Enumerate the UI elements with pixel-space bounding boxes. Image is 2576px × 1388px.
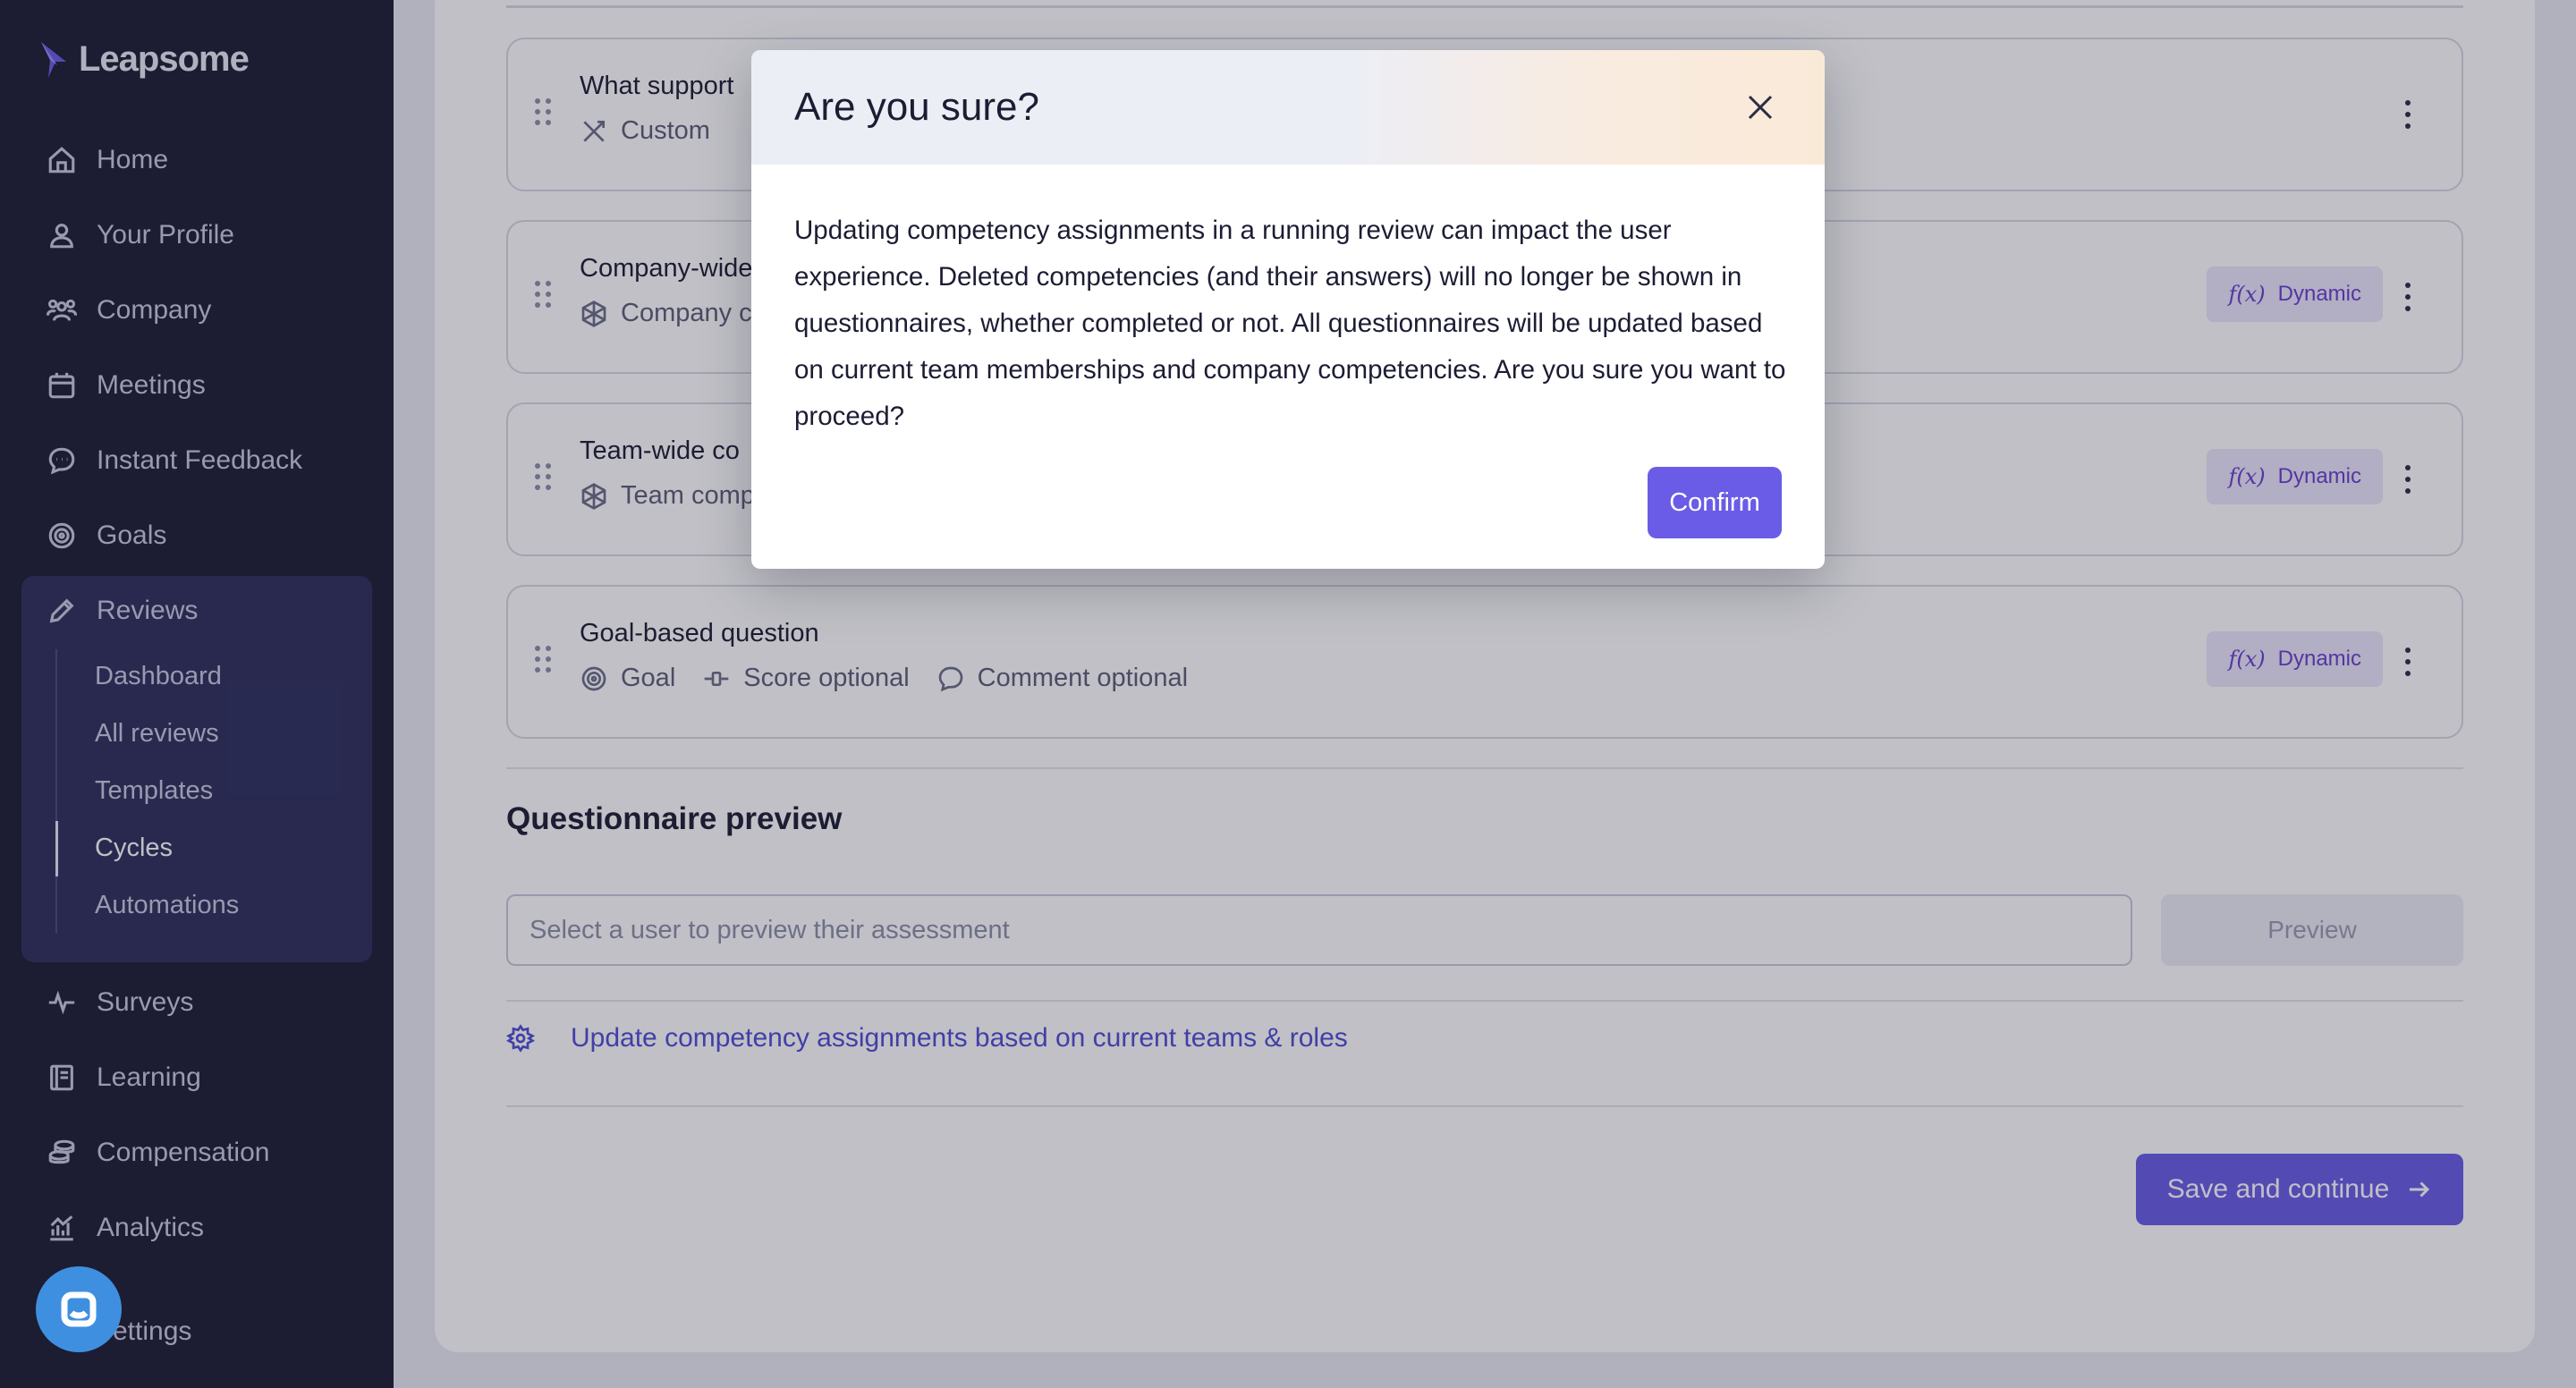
confirm-dialog: Are you sure? Updating competency assign… <box>751 50 1825 569</box>
dialog-title: Are you sure? <box>794 85 1039 129</box>
confirm-button[interactable]: Confirm <box>1648 467 1782 538</box>
close-icon[interactable] <box>1742 89 1778 125</box>
chat-icon <box>61 1291 97 1327</box>
dialog-message: Updating competency assignments in a run… <box>794 216 1786 431</box>
dialog-header: Are you sure? <box>751 50 1825 165</box>
chat-launcher-button[interactable] <box>36 1266 122 1352</box>
